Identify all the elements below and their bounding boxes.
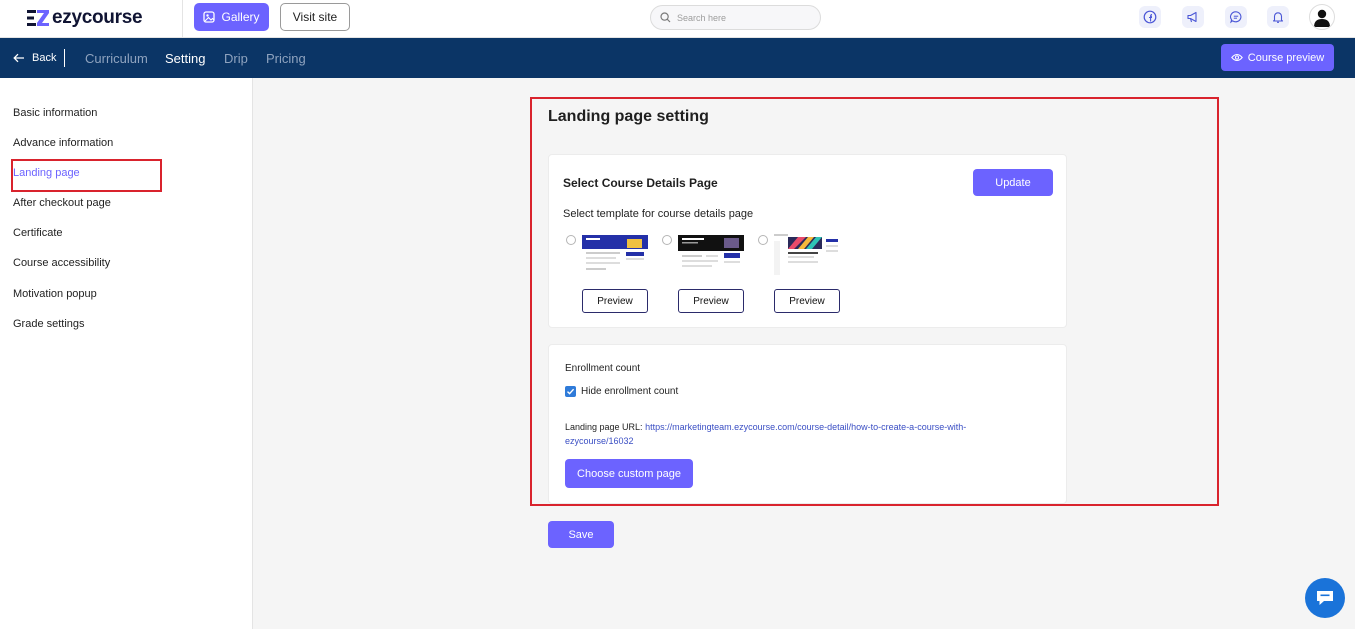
logo-text: ezycourse bbox=[52, 7, 143, 28]
nav-separator bbox=[64, 49, 65, 67]
sidebar-item-basic-information[interactable]: Basic information bbox=[13, 107, 97, 119]
sidebar-item-grade-settings[interactable]: Grade settings bbox=[13, 318, 85, 330]
gallery-icon bbox=[203, 11, 216, 23]
sidebar-item-after-checkout-page[interactable]: After checkout page bbox=[13, 197, 111, 209]
landing-page-highlight-box bbox=[11, 159, 162, 192]
topbar-divider bbox=[182, 0, 183, 38]
bell-icon bbox=[1272, 12, 1284, 23]
arrow-left-icon bbox=[13, 53, 24, 63]
messages-button[interactable] bbox=[1225, 6, 1247, 28]
course-preview-button[interactable]: Course preview bbox=[1221, 44, 1334, 71]
sidebar-item-course-accessibility[interactable]: Course accessibility bbox=[13, 257, 110, 269]
gallery-button[interactable]: Gallery bbox=[194, 3, 269, 31]
back-button[interactable]: Back bbox=[13, 38, 56, 78]
messenger-icon bbox=[1230, 11, 1242, 24]
facebook-icon bbox=[1143, 10, 1157, 24]
sidebar-item-certificate[interactable]: Certificate bbox=[13, 227, 63, 239]
sidebar-item-advance-information[interactable]: Advance information bbox=[13, 137, 113, 149]
megaphone-icon bbox=[1187, 11, 1197, 23]
ezycourse-logo[interactable]: ezycourse bbox=[27, 7, 143, 29]
course-preview-label: Course preview bbox=[1247, 51, 1325, 64]
search-icon bbox=[660, 12, 671, 23]
user-icon bbox=[1314, 9, 1330, 27]
settings-sidebar: Basic information Advance information La… bbox=[0, 78, 253, 629]
tab-drip[interactable]: Drip bbox=[224, 38, 248, 78]
tab-pricing[interactable]: Pricing bbox=[266, 38, 306, 78]
top-bar: ezycourse Gallery Visit site bbox=[0, 0, 1355, 38]
course-nav-bar: Back Curriculum Setting Drip Pricing Cou… bbox=[0, 38, 1355, 78]
search-box[interactable] bbox=[650, 5, 821, 30]
tab-setting[interactable]: Setting bbox=[165, 38, 205, 78]
back-label: Back bbox=[32, 52, 57, 64]
landing-settings-highlight-box bbox=[530, 97, 1219, 506]
chat-bubble-icon bbox=[1317, 591, 1333, 605]
search-input[interactable] bbox=[677, 12, 807, 23]
notifications-button[interactable] bbox=[1267, 6, 1289, 28]
sidebar-item-motivation-popup[interactable]: Motivation popup bbox=[13, 288, 97, 300]
save-button[interactable]: Save bbox=[548, 521, 614, 548]
announcement-button[interactable] bbox=[1182, 6, 1204, 28]
tab-curriculum[interactable]: Curriculum bbox=[85, 38, 148, 78]
chat-support-button[interactable] bbox=[1305, 578, 1345, 618]
facebook-button[interactable] bbox=[1139, 6, 1161, 28]
logo-mark-icon bbox=[27, 10, 49, 26]
eye-icon bbox=[1230, 54, 1243, 61]
visit-site-label: Visit site bbox=[292, 10, 338, 24]
gallery-label: Gallery bbox=[221, 10, 260, 24]
visit-site-button[interactable]: Visit site bbox=[280, 3, 350, 31]
user-avatar[interactable] bbox=[1309, 4, 1335, 30]
